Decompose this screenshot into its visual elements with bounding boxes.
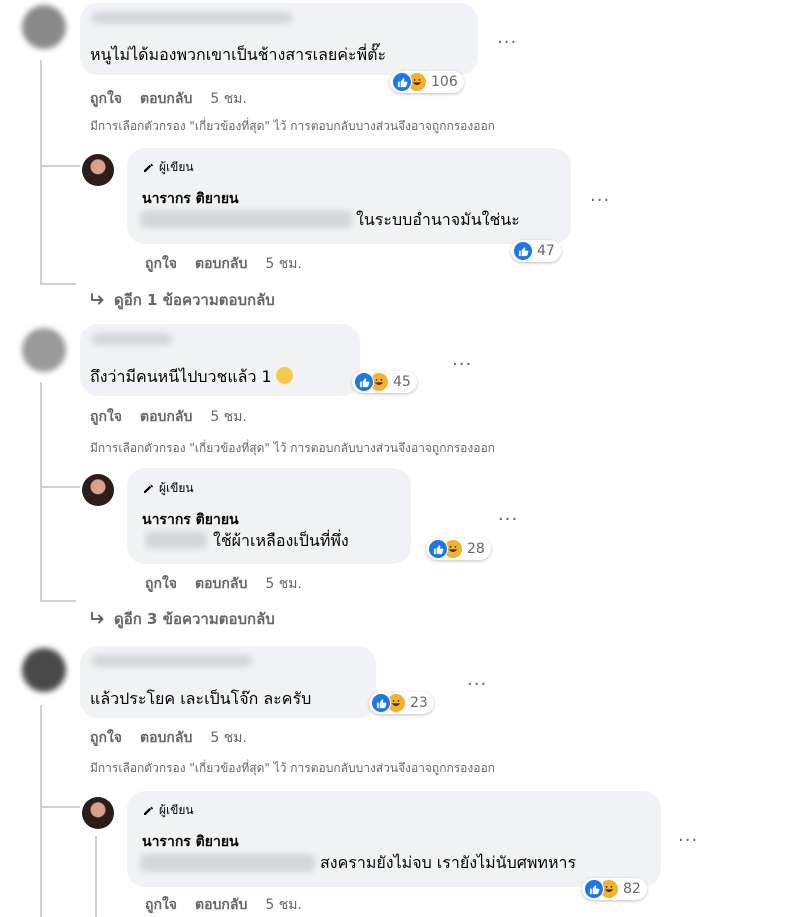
comment-text: หนูไม่ได้มองพวกเขาเป็นช้างสารเลยค่ะพี่ตั… <box>90 45 387 64</box>
more-dots-icon[interactable]: ··· <box>678 832 698 850</box>
timestamp[interactable]: 5 ชม. <box>210 88 247 110</box>
reaction-summary[interactable]: 82 <box>582 878 647 900</box>
reaction-count: 47 <box>537 243 555 259</box>
reaction-summary[interactable]: 106 <box>390 71 464 93</box>
reply-button[interactable]: ตอบกลับ <box>140 727 192 749</box>
timestamp[interactable]: 5 ชม. <box>210 727 247 749</box>
thumbs-up-icon <box>392 72 412 92</box>
like-button[interactable]: ถูกใจ <box>90 88 122 110</box>
filter-note: มีการเลือกตัวกรอง "เกี่ยวข้องที่สุด" ไว้… <box>90 761 495 775</box>
more-dots-icon[interactable]: ··· <box>590 192 610 210</box>
reply-arrow-icon <box>91 612 104 624</box>
reaction-summary[interactable]: 45 <box>352 371 417 393</box>
reaction-summary[interactable]: 47 <box>511 240 561 262</box>
reaction-count: 45 <box>393 374 411 390</box>
commenter-avatar[interactable] <box>22 648 66 692</box>
timestamp[interactable]: 5 ชม. <box>210 406 247 428</box>
reply-button[interactable]: ตอบกลับ <box>195 573 247 595</box>
author-badge-label: ผู้เขียน <box>159 481 194 495</box>
thumbs-up-icon <box>371 693 391 713</box>
thread-line <box>40 382 42 602</box>
thread-line <box>95 836 97 917</box>
reply-author-name[interactable]: นารากร ติยายน <box>142 509 239 531</box>
timestamp[interactable]: 5 ชม. <box>265 573 302 595</box>
filter-note: มีการเลือกตัวกรอง "เกี่ยวข้องที่สุด" ไว้… <box>90 119 495 133</box>
reaction-count: 23 <box>410 695 428 711</box>
reply-author-name[interactable]: นารากร ติยายน <box>142 831 239 853</box>
reaction-count: 82 <box>623 881 641 897</box>
thumbs-up-icon <box>354 372 374 392</box>
mention-blurred[interactable] <box>145 531 207 549</box>
commenter-name-blurred[interactable] <box>92 12 292 24</box>
view-more-replies[interactable]: ดูอีก 3 ข้อความตอบกลับ <box>90 607 275 631</box>
mention-blurred[interactable] <box>140 210 352 228</box>
reaction-count: 106 <box>431 74 458 90</box>
comment-text-content: ถึงว่ามีคนหนีไปบวชแล้ว 1 <box>90 367 272 386</box>
view-more-label: ดูอีก 1 ข้อความตอบกลับ <box>114 291 275 309</box>
reply-actions: ถูกใจ ตอบกลับ 5 ชม. <box>145 253 302 275</box>
thread-line <box>40 283 76 285</box>
view-more-replies[interactable]: ดูอีก 1 ข้อความตอบกลับ <box>90 288 275 312</box>
more-dots-icon[interactable]: ··· <box>452 356 472 374</box>
author-avatar[interactable] <box>82 154 114 186</box>
reply-button[interactable]: ตอบกลับ <box>195 894 247 916</box>
author-avatar[interactable] <box>82 797 114 829</box>
reaction-summary[interactable]: 28 <box>426 538 491 560</box>
pencil-icon <box>143 163 154 173</box>
reply-button[interactable]: ตอบกลับ <box>195 253 247 275</box>
more-dots-icon[interactable]: ··· <box>497 34 517 52</box>
pencil-icon <box>143 484 154 494</box>
author-badge-label: ผู้เขียน <box>159 803 194 817</box>
reply-button[interactable]: ตอบกลับ <box>140 88 192 110</box>
like-button[interactable]: ถูกใจ <box>90 727 122 749</box>
reaction-summary[interactable]: 23 <box>369 692 434 714</box>
commenter-avatar[interactable] <box>22 328 66 372</box>
more-dots-icon[interactable]: ··· <box>467 676 487 694</box>
view-more-label: ดูอีก 3 ข้อความตอบกลับ <box>114 610 275 628</box>
reply-author-name[interactable]: นารากร ติยายน <box>142 188 239 210</box>
commenter-name-blurred[interactable] <box>92 655 252 667</box>
comment-actions: ถูกใจ ตอบกลับ 5 ชม. <box>90 88 247 110</box>
more-dots-icon[interactable]: ··· <box>498 511 518 529</box>
thread-line <box>40 486 80 488</box>
reply-text: ใช้ผ้าเหลืองเป็นที่พึ่ง <box>213 531 349 550</box>
author-avatar[interactable] <box>82 474 114 506</box>
comment-text: แล้วประโยค เละเป็นโจ๊ก ละครับ <box>90 689 312 708</box>
grinning-emoji <box>275 367 293 384</box>
reply-actions: ถูกใจ ตอบกลับ 5 ชม. <box>145 894 302 916</box>
thread-line <box>40 705 42 917</box>
reply-actions: ถูกใจ ตอบกลับ 5 ชม. <box>145 573 302 595</box>
thumbs-up-icon <box>584 879 604 899</box>
reaction-count: 28 <box>467 541 485 557</box>
like-button[interactable]: ถูกใจ <box>145 894 177 916</box>
comment-actions: ถูกใจ ตอบกลับ 5 ชม. <box>90 406 247 428</box>
comment-text: ถึงว่ามีคนหนีไปบวชแล้ว 1 <box>90 367 293 387</box>
reply-text: ในระบบอำนาจมันใช่นะ <box>356 210 520 229</box>
commenter-name-blurred[interactable] <box>92 333 172 345</box>
reply-button[interactable]: ตอบกลับ <box>140 406 192 428</box>
thread-line <box>40 806 80 808</box>
like-button[interactable]: ถูกใจ <box>145 573 177 595</box>
comment-actions: ถูกใจ ตอบกลับ 5 ชม. <box>90 727 247 749</box>
thumbs-up-icon <box>428 539 448 559</box>
thread-line <box>40 60 42 285</box>
author-badge-label: ผู้เขียน <box>159 160 194 174</box>
thread-line <box>40 165 80 167</box>
author-badge: ผู้เขียน <box>142 479 194 498</box>
author-badge: ผู้เขียน <box>142 158 194 177</box>
timestamp[interactable]: 5 ชม. <box>265 253 302 275</box>
reply-arrow-icon <box>91 293 104 305</box>
filter-note: มีการเลือกตัวกรอง "เกี่ยวข้องที่สุด" ไว้… <box>90 441 495 455</box>
like-button[interactable]: ถูกใจ <box>90 406 122 428</box>
reply-text: สงครามยังไม่จบ เรายังไม่นับศพทหาร <box>320 853 577 872</box>
thumbs-up-icon <box>513 241 533 261</box>
thread-line <box>40 600 76 602</box>
timestamp[interactable]: 5 ชม. <box>265 894 302 916</box>
mention-blurred[interactable] <box>140 854 315 872</box>
author-badge: ผู้เขียน <box>142 801 194 820</box>
commenter-avatar[interactable] <box>22 5 66 49</box>
pencil-icon <box>143 806 154 816</box>
like-button[interactable]: ถูกใจ <box>145 253 177 275</box>
